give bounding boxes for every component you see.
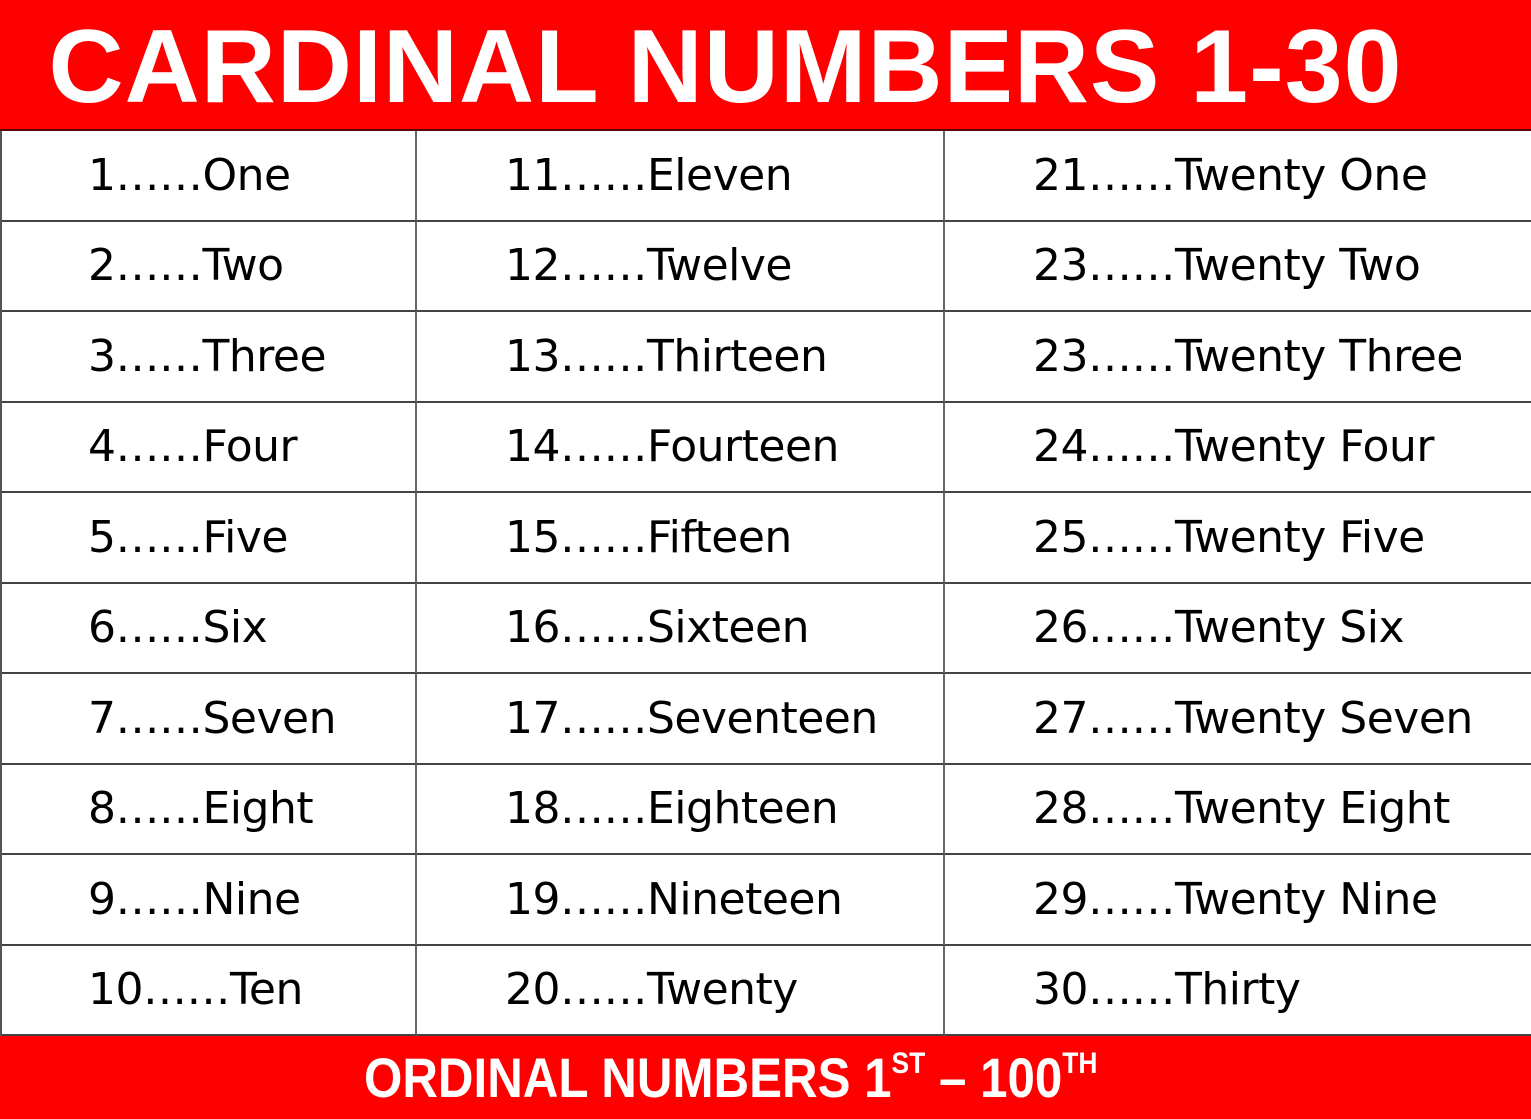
number-cell: 30……Thirty	[945, 946, 1531, 1036]
footer-middle: – 100	[925, 1046, 1063, 1109]
number-cell: 7……Seven	[2, 674, 417, 765]
number-cell: 16……Sixteen	[417, 583, 945, 674]
number-cell: 8……Eight	[2, 764, 417, 855]
number-cell: 1……One	[2, 131, 417, 222]
number-cell: 4……Four	[2, 402, 417, 493]
footer-banner: ORDINAL NUMBERS 1ST – 100TH	[0, 1036, 1531, 1119]
number-cell: 3……Three	[2, 312, 417, 403]
number-cell: 5……Five	[2, 493, 417, 584]
number-cell: 18……Eighteen	[417, 764, 945, 855]
number-cell: 15……Fifteen	[417, 493, 945, 584]
footer-title: ORDINAL NUMBERS 1ST – 100TH	[364, 1049, 1097, 1106]
number-cell: 26……Twenty Six	[945, 584, 1531, 674]
footer-prefix: ORDINAL NUMBERS 1	[363, 1046, 892, 1109]
number-cell: 12……Twelve	[417, 221, 945, 312]
number-cell: 21……Twenty One	[945, 131, 1531, 222]
number-cell: 28……Twenty Eight	[945, 765, 1531, 855]
number-cell: 9……Nine	[2, 855, 417, 946]
number-cell: 25……Twenty Five	[945, 493, 1531, 584]
numbers-table: 1……One 2……Two 3……Three 4……Four 5……Five 6……Six…	[0, 131, 1531, 1036]
page-title: CARDINAL NUMBERS 1-30	[48, 8, 1403, 125]
number-cell: 20……Twenty	[417, 945, 945, 1036]
number-cell: 13……Thirteen	[417, 312, 945, 403]
footer-sup-th: TH	[1062, 1047, 1098, 1080]
number-cell: 29……Twenty Nine	[945, 855, 1531, 946]
number-cell: 23……Twenty Two	[945, 222, 1531, 312]
number-cell: 24……Twenty Four	[945, 403, 1531, 493]
number-cell: 10……Ten	[2, 945, 417, 1036]
number-cell: 11……Eleven	[417, 131, 945, 222]
number-cell: 14……Fourteen	[417, 402, 945, 493]
number-cell: 6……Six	[2, 583, 417, 674]
footer-sup-st: ST	[891, 1047, 926, 1080]
number-cell: 2……Two	[2, 221, 417, 312]
title-banner: CARDINAL NUMBERS 1-30	[0, 0, 1531, 131]
number-cell: 19……Nineteen	[417, 855, 945, 946]
number-cell: 27……Twenty Seven	[945, 674, 1531, 765]
number-cell: 23……Twenty Three	[945, 312, 1531, 403]
number-cell: 17……Seventeen	[417, 674, 945, 765]
